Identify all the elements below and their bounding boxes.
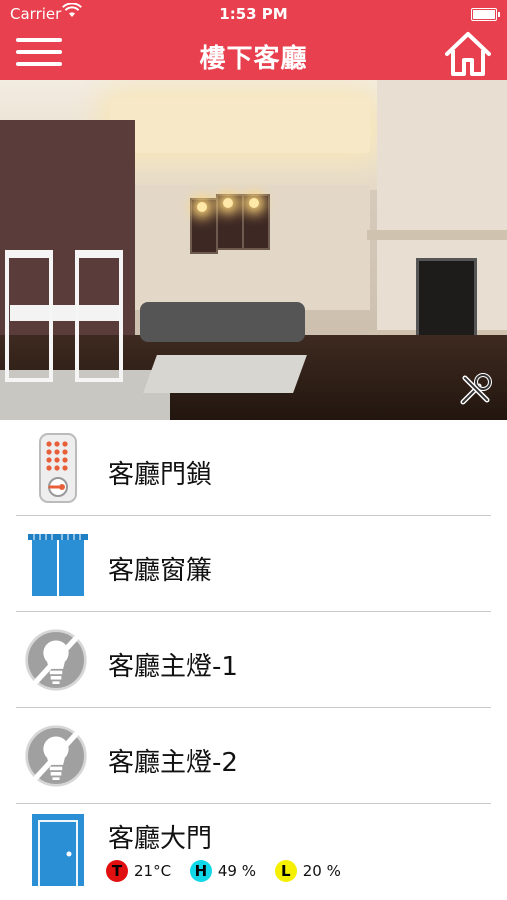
light-bulb-off-icon [25, 725, 87, 787]
home-icon[interactable] [443, 30, 493, 78]
app-header: Carrier 1:53 PM 樓下客廳 [0, 0, 507, 80]
temperature-badge: T [106, 860, 128, 882]
device-list: 客廳門鎖 客廳窗簾 客廳主燈-1 客廳主燈-2 客廳大門 T 21°C H 49… [0, 420, 507, 900]
temperature-value: 21°C [134, 862, 172, 880]
device-row-door-lock[interactable]: 客廳門鎖 [0, 420, 507, 516]
battery-icon [471, 8, 500, 21]
door-lock-keypad-icon [39, 433, 77, 503]
light-level-badge: L [274, 860, 297, 882]
device-label: 客廳門鎖 [108, 460, 213, 490]
humidity-badge: H [189, 860, 212, 882]
light-level-reading: L 20 % [274, 860, 341, 882]
device-row-main-light-1[interactable]: 客廳主燈-1 [0, 612, 507, 708]
light-level-value: 20 % [302, 862, 341, 880]
wrench-screwdriver-icon[interactable] [457, 370, 495, 408]
device-row-main-light-2[interactable]: 客廳主燈-2 [0, 708, 507, 804]
device-row-curtain[interactable]: 客廳窗簾 [0, 516, 507, 612]
humidity-reading: H 49 % [189, 860, 256, 882]
device-label: 客廳大門 [108, 824, 213, 854]
humidity-value: 49 % [217, 862, 256, 880]
room-photo [0, 80, 507, 420]
status-time: 1:53 PM [219, 5, 288, 23]
device-label: 客廳主燈-1 [108, 652, 238, 682]
device-label: 客廳窗簾 [108, 556, 213, 586]
curtain-icon [28, 534, 88, 596]
temperature-reading: T 21°C [106, 860, 171, 882]
light-bulb-off-icon [25, 629, 87, 691]
status-bar: Carrier 1:53 PM [0, 0, 507, 28]
door-icon [32, 814, 84, 886]
nav-bar: 樓下客廳 [0, 28, 507, 80]
sensor-readings: T 21°C H 49 % L 20 % [106, 860, 355, 882]
page-title: 樓下客廳 [199, 44, 308, 74]
device-label: 客廳主燈-2 [108, 748, 238, 778]
device-row-front-door[interactable]: 客廳大門 T 21°C H 49 % L 20 % [0, 804, 507, 900]
